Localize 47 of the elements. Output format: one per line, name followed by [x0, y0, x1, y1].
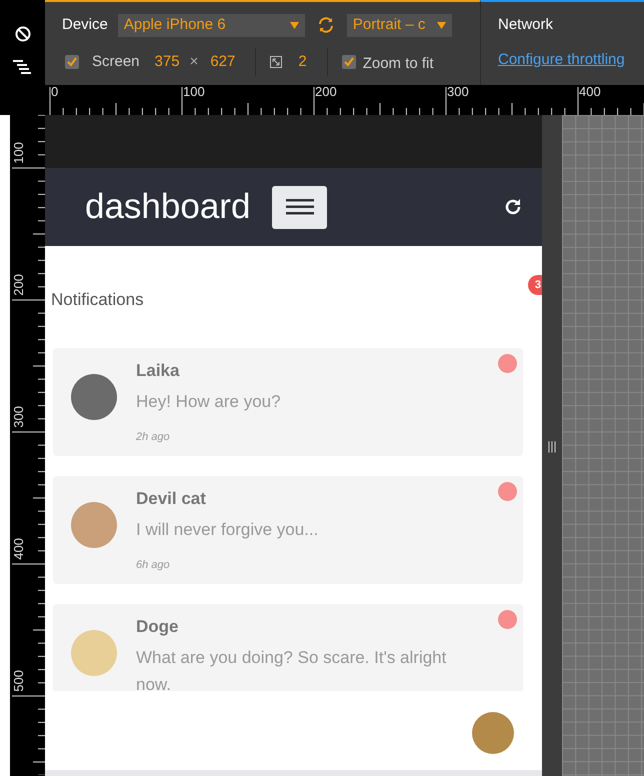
zoom-checkbox[interactable]	[342, 55, 356, 69]
dropdown-arrow-icon	[436, 22, 446, 28]
time-ago: 6h ago	[136, 558, 171, 572]
section-heading: Notifications	[51, 288, 144, 311]
notification-badge: 3	[528, 275, 542, 295]
screen-label: Screen	[92, 52, 140, 72]
pixel-ratio-value[interactable]: 2	[298, 50, 307, 74]
sender-name: Laika	[136, 360, 180, 382]
times-sign: ×	[190, 52, 198, 72]
time-ago: 2h ago	[136, 430, 171, 444]
dropdown-arrow-icon	[290, 22, 299, 28]
screen-checkbox[interactable]	[65, 55, 79, 69]
ruler-label: 100	[183, 85, 205, 98]
device-label: Device	[62, 14, 108, 35]
ruler-label: 300	[447, 85, 469, 98]
sender-name: Doge	[136, 616, 180, 638]
ruler-label: 500	[12, 670, 25, 692]
notification-card[interactable]: Devil cat I will never forgive you... 6h ago	[53, 476, 523, 584]
app-title: dashboard	[85, 186, 250, 228]
ruler-label: 300	[12, 406, 25, 428]
zoom-to-fit-label: Zoom to fit	[362, 54, 434, 74]
network-label: Network	[498, 15, 554, 35]
list-icon[interactable]	[12, 60, 32, 74]
resize-icon	[270, 56, 282, 68]
notification-card[interactable]: Laika Hey! How are you? 2h ago	[53, 348, 523, 456]
ruler-label: 100	[12, 142, 25, 164]
ruler-label: 200	[12, 274, 25, 296]
rotate-icon[interactable]	[316, 16, 335, 34]
refresh-icon[interactable]	[504, 198, 522, 216]
device-dropdown[interactable]: Apple iPhone 6	[118, 14, 305, 36]
menu-icon	[286, 199, 314, 215]
orientation-dropdown[interactable]: Portrait – c	[346, 14, 452, 36]
message-text: Hey! How are you?	[136, 390, 281, 412]
height-value[interactable]: 627	[210, 50, 236, 74]
block-icon[interactable]	[14, 26, 30, 42]
ruler-label: 200	[315, 85, 337, 98]
resize-handle[interactable]: |||	[542, 115, 562, 776]
configure-throttling-link[interactable]: Configure throttling	[498, 48, 644, 71]
width-value[interactable]: 375	[154, 50, 180, 74]
notification-card[interactable]: Doge What are you doing? So scare. It's alright now.	[53, 604, 523, 691]
ruler-label: 400	[579, 85, 601, 98]
message-text: I will never forgive you...	[136, 518, 318, 540]
ruler-label: 400	[12, 538, 25, 560]
avatar-photo-placeholder[interactable]	[472, 712, 514, 754]
sender-name: Devil cat	[136, 488, 207, 510]
ruler-label: 0	[51, 85, 58, 98]
menu-button[interactable]	[272, 186, 328, 228]
